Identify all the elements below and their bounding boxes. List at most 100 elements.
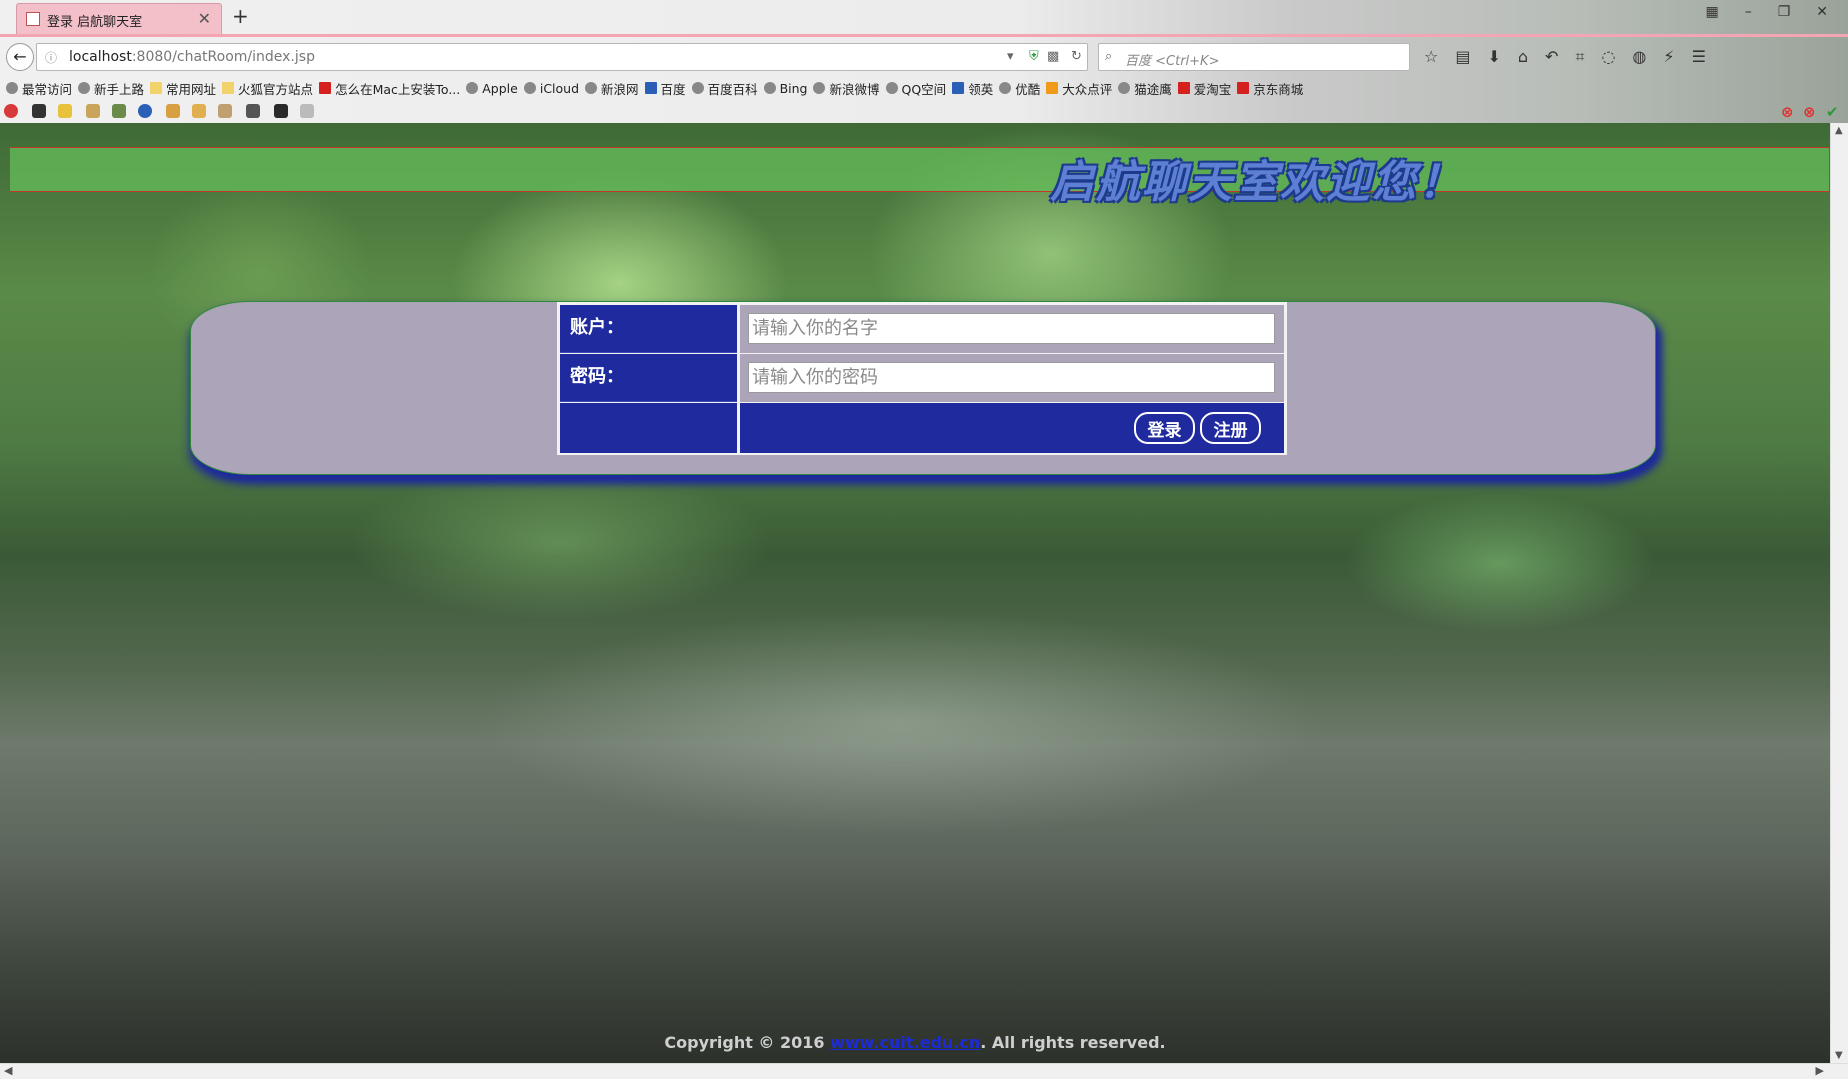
tab-title: 登录 启航聊天室 xyxy=(47,15,143,30)
tab-underline xyxy=(0,34,1848,37)
checkmark-icon[interactable]: ✔ xyxy=(1826,103,1839,121)
footer-copyright: Copyright © 2016 xyxy=(664,1033,831,1052)
bookmark-item[interactable]: 爱淘宝 xyxy=(1177,79,1231,98)
page-icon[interactable] xyxy=(300,104,314,118)
search-icon: ⌕ xyxy=(1105,49,1113,64)
ruler-icon[interactable] xyxy=(218,104,232,118)
site-info-icon[interactable]: ⓘ xyxy=(45,49,57,66)
crop-icon[interactable]: ⌗ xyxy=(1575,47,1584,67)
bookmark-label: 怎么在Mac上安装To... xyxy=(335,81,461,97)
new-tab-icon[interactable]: + xyxy=(232,4,249,28)
bookmark-item[interactable]: 新浪微博 xyxy=(813,79,880,98)
password-label: 密码： xyxy=(560,354,737,402)
password-input[interactable] xyxy=(748,362,1275,393)
bookmark-item[interactable]: 优酷 xyxy=(999,79,1040,98)
globe-icon xyxy=(6,82,18,94)
bookmark-item[interactable]: 百度 xyxy=(644,79,686,98)
bookmark-label: 常用网址 xyxy=(166,81,217,97)
bookmark-item[interactable]: 猫途鹰 xyxy=(1118,79,1172,98)
tools-icon[interactable] xyxy=(246,104,260,118)
bookmark-item[interactable]: iCloud xyxy=(523,81,579,96)
register-button[interactable]: 注册 xyxy=(1200,412,1261,444)
scroll-left-icon[interactable]: ◀ xyxy=(4,1064,12,1077)
page-favicon-icon xyxy=(26,12,40,26)
bookmark-item[interactable]: 常用网址 xyxy=(150,79,216,98)
clipboard-icon[interactable] xyxy=(86,104,100,118)
info-icon[interactable] xyxy=(138,104,152,118)
login-form: 账户： 密码： 登录 注册 xyxy=(557,302,1287,455)
close-window-icon[interactable]: ✕ xyxy=(1816,4,1828,20)
bookmark-item[interactable]: 新浪网 xyxy=(585,79,639,98)
extension-icon[interactable]: ⚡ xyxy=(1663,47,1674,67)
scroll-up-icon[interactable]: ▲ xyxy=(1835,125,1843,136)
download-icon[interactable]: ⬇ xyxy=(1487,47,1500,67)
home-icon[interactable]: ⌂ xyxy=(1518,47,1528,67)
qr-code-icon[interactable]: ▩ xyxy=(1047,49,1059,64)
back-icon[interactable]: ← xyxy=(6,43,34,71)
bookmark-label: 大众点评 xyxy=(1062,81,1113,97)
shield-icon[interactable]: ⛨ xyxy=(1029,49,1039,64)
url-text[interactable]: localhost:8080/chatRoom/index.jsp xyxy=(69,49,315,65)
url-bar[interactable]: ⓘ localhost:8080/chatRoom/index.jsp ▾ ⛨ … xyxy=(36,43,1088,71)
tab-active[interactable]: 登录 启航聊天室 ✕ xyxy=(16,3,222,34)
navigation-bar: ← ⓘ localhost:8080/chatRoom/index.jsp ▾ … xyxy=(0,38,1848,76)
globe-icon xyxy=(1118,82,1131,94)
bookmark-item[interactable]: Apple xyxy=(466,81,518,96)
user-icon[interactable] xyxy=(32,104,46,118)
bookmark-item[interactable]: 新手上路 xyxy=(78,79,144,98)
account-input[interactable] xyxy=(748,313,1275,344)
image-icon[interactable] xyxy=(112,104,126,118)
pencil-icon[interactable] xyxy=(192,104,206,118)
bookmark-item[interactable]: 领英 xyxy=(952,79,993,98)
globe-icon xyxy=(523,82,536,94)
globe-icon xyxy=(885,82,898,94)
restore-icon[interactable]: ❐ xyxy=(1778,4,1791,20)
wand-icon[interactable] xyxy=(58,104,72,118)
globe-icon xyxy=(999,82,1012,94)
bookmark-label: 新手上路 xyxy=(94,81,145,97)
reload-icon[interactable]: ↻ xyxy=(1071,49,1082,64)
tab-groups-icon[interactable]: ▦ xyxy=(1705,4,1718,20)
scroll-right-icon[interactable]: ▶ xyxy=(1816,1064,1824,1077)
bookmark-label: 百度 xyxy=(660,81,686,97)
addon-toolbar: ⊗ ⊗ ✔ xyxy=(0,100,1848,122)
chat-icon[interactable]: ◌ xyxy=(1601,47,1615,67)
account-cell xyxy=(740,305,1284,353)
dropdown-arrow-icon[interactable]: ▾ xyxy=(1007,49,1014,64)
bookmark-item[interactable]: 火狐官方站点 xyxy=(222,79,313,98)
error-icon[interactable]: ⊗ xyxy=(1781,103,1794,121)
bookmark-label: Apple xyxy=(482,80,518,96)
bookmark-label: Bing xyxy=(779,80,808,96)
reading-list-icon[interactable]: ▤ xyxy=(1455,47,1470,67)
bookmark-item[interactable]: 最常访问 xyxy=(6,79,72,98)
menu-icon[interactable]: ☰ xyxy=(1692,47,1706,67)
block-icon[interactable] xyxy=(4,104,18,118)
minimize-icon[interactable]: – xyxy=(1745,4,1752,20)
globe-icon xyxy=(813,82,826,94)
terminal-icon[interactable] xyxy=(274,104,288,118)
horizontal-scrollbar[interactable]: ◀ ▶ xyxy=(0,1063,1848,1079)
bookmark-item[interactable]: QQ空间 xyxy=(885,79,946,98)
search-bar[interactable]: ⌕ 百度 <Ctrl+K> xyxy=(1098,43,1410,71)
notes-icon[interactable] xyxy=(166,104,180,118)
vertical-scrollbar[interactable]: ▲ ▼ xyxy=(1830,123,1848,1063)
login-button[interactable]: 登录 xyxy=(1134,412,1195,444)
bookmark-item[interactable]: 怎么在Mac上安装To... xyxy=(319,79,460,98)
bookmark-star-icon[interactable]: ☆ xyxy=(1424,47,1438,67)
taobao-icon xyxy=(1177,82,1190,94)
bookmark-item[interactable]: 大众点评 xyxy=(1046,79,1112,98)
undo-icon[interactable]: ↶ xyxy=(1545,47,1558,67)
globe-icon xyxy=(585,82,598,94)
close-tab-icon[interactable]: ✕ xyxy=(198,9,211,28)
bookmark-item[interactable]: 京东商城 xyxy=(1237,79,1303,98)
bookmark-item[interactable]: 百度百科 xyxy=(691,79,758,98)
footer-link[interactable]: www.cuit.edu.cn xyxy=(830,1033,980,1052)
bookmark-item[interactable]: Bing xyxy=(763,80,808,96)
action-label-cell xyxy=(560,403,737,453)
browser-chrome: 登录 启航聊天室 ✕ + ▦ – ❐ ✕ ← ⓘ localhost:8080/… xyxy=(0,0,1848,123)
error-icon-2[interactable]: ⊗ xyxy=(1803,103,1816,121)
folder-icon xyxy=(222,82,235,94)
scroll-down-icon[interactable]: ▼ xyxy=(1835,1050,1843,1061)
bookmark-label: 火狐官方站点 xyxy=(238,81,314,97)
sync-icon[interactable]: ◍ xyxy=(1632,47,1646,67)
